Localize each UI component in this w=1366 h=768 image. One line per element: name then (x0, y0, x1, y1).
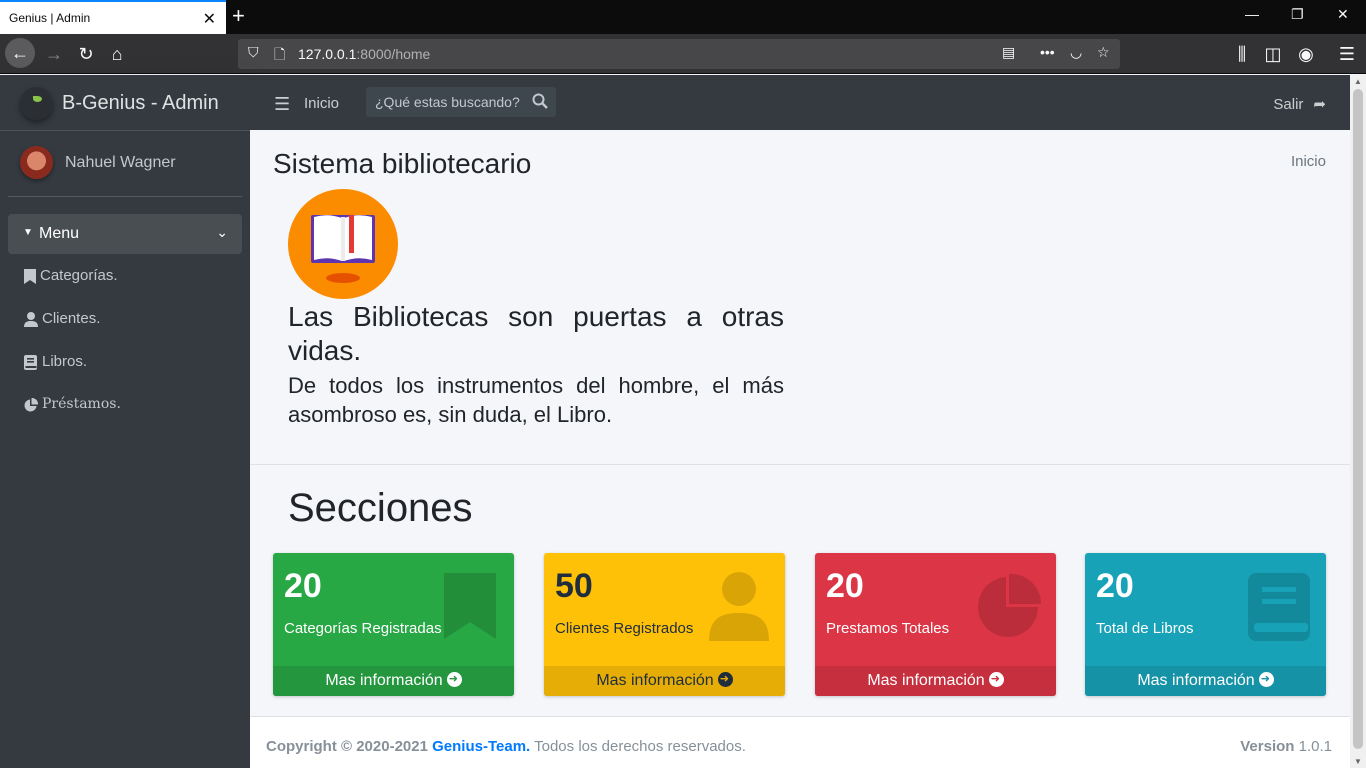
sidebar-item-label: Clientes. (42, 310, 101, 327)
new-tab-icon[interactable]: + (232, 4, 245, 28)
browser-tab[interactable]: Genius | Admin ✕ (0, 0, 226, 34)
stat-label: Categorías Registradas (284, 620, 442, 637)
home-link[interactable]: Inicio (304, 95, 339, 112)
library-icon[interactable]: ⫼ (1228, 40, 1256, 68)
minimize-icon[interactable]: — (1245, 6, 1259, 22)
footer-copyright: Copyright © 2020-2021 Genius-Team. Todos… (266, 738, 746, 755)
reload-icon[interactable]: ↻ (72, 40, 100, 68)
url-bar[interactable]: ⛉ 🗋 127.0.0.1:8000/home ▤ ••• ◡ ☆ (238, 39, 1120, 69)
content-wrapper: Sistema bibliotecario Inicio Las Bibliot… (250, 130, 1350, 716)
search-input[interactable] (366, 87, 526, 117)
book-icon (24, 355, 40, 373)
tab-title: Genius | Admin (9, 11, 91, 25)
divider (250, 464, 1350, 465)
sidebar-toggle-icon[interactable]: ☰ (274, 94, 290, 115)
menu-label: Menu (39, 225, 80, 242)
arrow-circle-right-icon (988, 664, 1004, 694)
close-tab-icon[interactable]: ✕ (203, 9, 216, 29)
main-footer: Copyright © 2020-2021 Genius-Team. Todos… (250, 716, 1350, 768)
scroll-up-icon[interactable]: ▲ (1354, 77, 1362, 86)
pocket-icon[interactable]: ◡ (1070, 44, 1082, 61)
stat-box-clientes: 50 Clientes Registrados Mas información (544, 553, 785, 696)
stat-label: Total de Libros (1096, 620, 1194, 637)
brand-logo-icon (20, 87, 53, 120)
stat-label: Prestamos Totales (826, 620, 950, 637)
sign-out-icon: ➦ (1313, 96, 1326, 113)
browser-tab-bar: Genius | Admin ✕ + — ❐ ✕ (0, 0, 1366, 34)
stat-label: Clientes Registrados (555, 620, 694, 637)
stat-count: 20 (284, 567, 322, 605)
footer-version: Version 1.0.1 (1240, 738, 1332, 755)
pie-chart-icon (24, 397, 40, 415)
search-icon[interactable] (532, 93, 550, 111)
sidebar-item-label: Préstamos. (42, 396, 121, 412)
account-icon[interactable]: ◉ (1292, 40, 1320, 68)
pie-chart-icon (972, 571, 1042, 643)
stat-count: 20 (826, 567, 864, 605)
sections-title: Secciones (288, 486, 473, 530)
user-name[interactable]: Nahuel Wagner (65, 154, 176, 172)
brand-link[interactable]: B-Genius - Admin (0, 75, 250, 131)
caret-down-icon: ▼ (23, 227, 33, 238)
open-book-icon (288, 189, 398, 299)
more-info-link[interactable]: Mas información (815, 664, 1056, 696)
back-icon[interactable]: ← (5, 38, 35, 68)
more-info-link[interactable]: Mas información (1085, 664, 1326, 696)
team-link[interactable]: Genius-Team. (432, 738, 530, 755)
arrow-circle-right-icon (1258, 664, 1274, 694)
sidebar: B-Genius - Admin Nahuel Wagner ▼ Menu ⌄ … (0, 75, 250, 768)
browser-toolbar: ← → ↻ ⌂ ⛉ 🗋 127.0.0.1:8000/home ▤ ••• ◡ … (0, 34, 1366, 74)
page-title: Sistema bibliotecario (273, 148, 532, 179)
shield-icon[interactable]: ⛉ (248, 44, 259, 61)
url-text[interactable]: 127.0.0.1:8000/home (298, 46, 430, 62)
stat-box-libros: 20 Total de Libros Mas información (1085, 553, 1326, 696)
stat-box-prestamos: 20 Prestamos Totales Mas información (815, 553, 1056, 696)
quote-block: Las Bibliotecas son puertas a otras vida… (288, 300, 784, 429)
page-info-icon[interactable]: 🗋 (274, 44, 285, 68)
reader-view-icon[interactable]: ▤ (1002, 44, 1015, 61)
chevron-down-icon: ⌄ (216, 224, 228, 240)
bookmark-icon (430, 571, 500, 643)
search-form (366, 87, 556, 117)
breadcrumb[interactable]: Inicio (1291, 153, 1326, 170)
user-panel[interactable]: Nahuel Wagner (8, 131, 242, 197)
page-scrollbar[interactable]: ▲ ▼ (1350, 75, 1366, 768)
hamburger-menu-icon[interactable]: ☰ (1333, 40, 1361, 68)
scroll-down-icon[interactable]: ▼ (1354, 757, 1362, 766)
bookmark-icon (24, 269, 40, 287)
more-info-link[interactable]: Mas información (273, 664, 514, 696)
bookmark-star-icon[interactable]: ☆ (1097, 44, 1110, 61)
forward-icon[interactable]: → (40, 40, 68, 68)
stat-count: 20 (1096, 567, 1134, 605)
more-info-link[interactable]: Mas información (544, 664, 785, 696)
sidebar-item-label: Libros. (42, 353, 88, 370)
sidebar-menu-toggle[interactable]: ▼ Menu ⌄ (8, 214, 242, 254)
avatar (20, 146, 53, 179)
user-icon (701, 571, 771, 643)
stat-count: 50 (555, 567, 593, 605)
home-icon[interactable]: ⌂ (103, 40, 131, 68)
logout-link[interactable]: Salir ➦ (1273, 95, 1326, 113)
main-header: ☰ Inicio Salir➦ (250, 75, 1350, 130)
stat-box-categorias: 20 Categorías Registradas Mas informació… (273, 553, 514, 696)
sidebar-toggle-icon[interactable]: ◫ (1259, 40, 1287, 68)
quote-sub: De todos los instrumentos del hombre, el… (288, 373, 784, 427)
user-icon (24, 312, 40, 330)
sidebar-item-label: Categorías. (40, 267, 118, 284)
arrow-circle-right-icon (446, 664, 462, 694)
arrow-circle-right-icon (717, 664, 733, 694)
brand-text: B-Genius - Admin (62, 92, 219, 114)
scrollbar-thumb[interactable] (1353, 89, 1363, 749)
quote-main: Las Bibliotecas son puertas a otras vida… (288, 301, 784, 366)
book-icon (1242, 571, 1312, 643)
window-close-icon[interactable]: ✕ (1337, 6, 1349, 23)
restore-icon[interactable]: ❐ (1291, 6, 1304, 23)
more-actions-icon[interactable]: ••• (1040, 44, 1055, 60)
